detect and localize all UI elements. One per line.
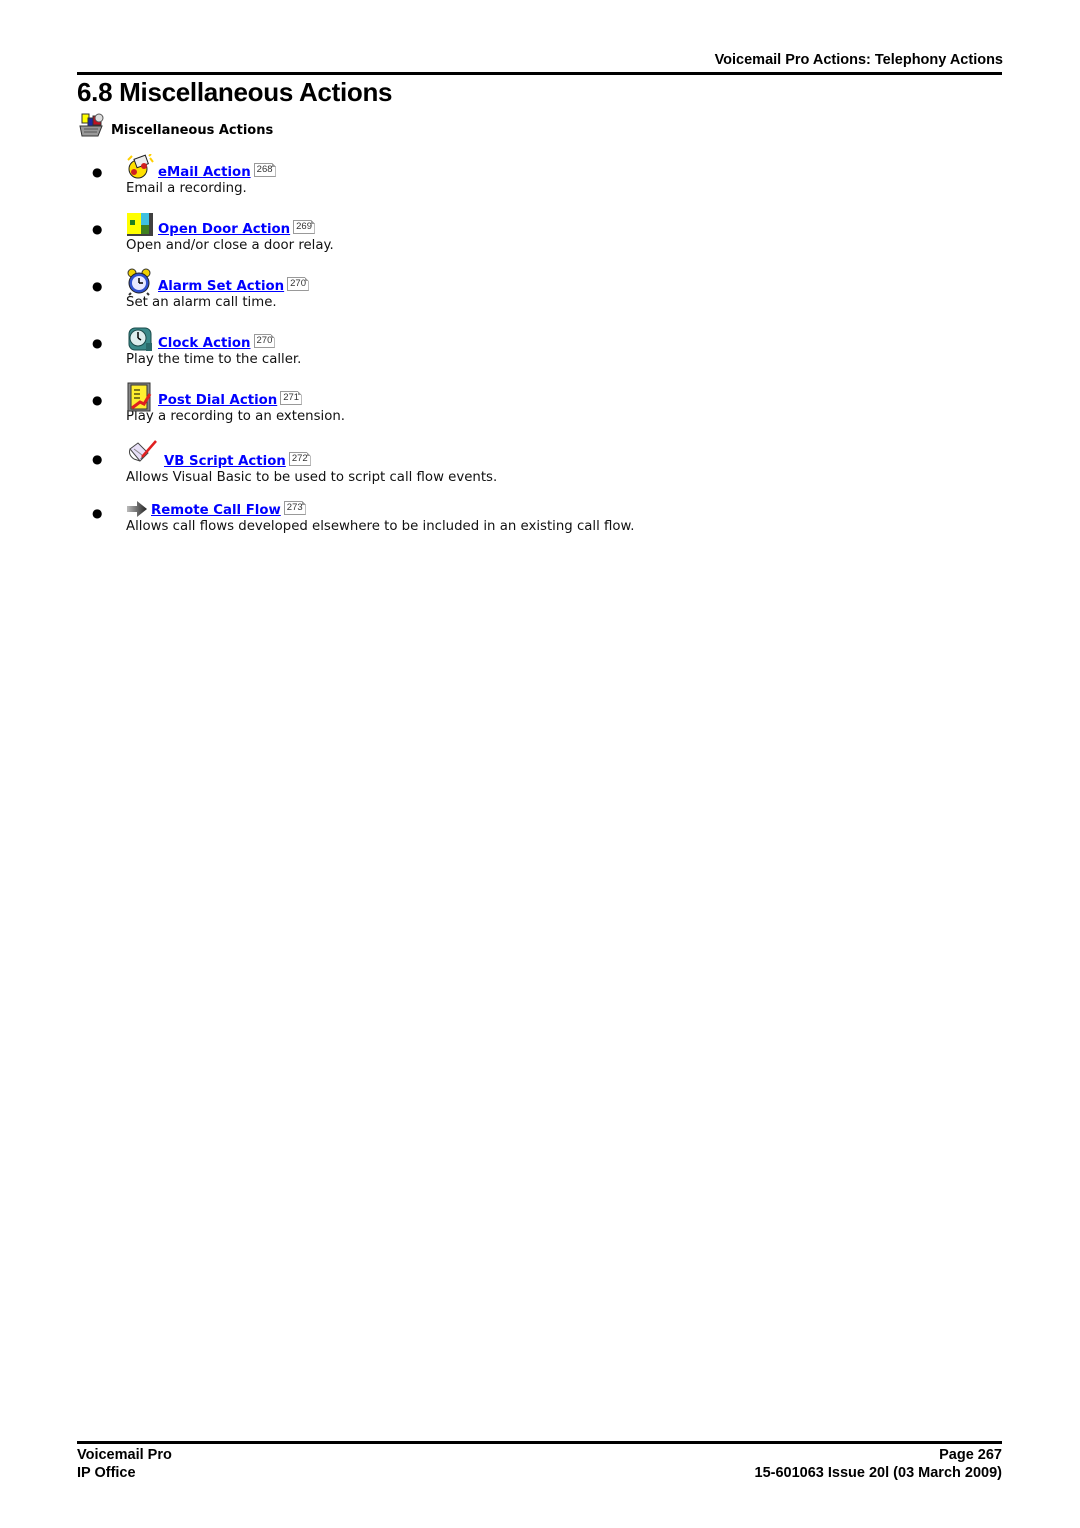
clock-action-link[interactable]: Clock Action <box>158 336 251 351</box>
open-door-action-link[interactable]: Open Door Action <box>158 222 290 237</box>
bullet: ● <box>92 165 103 179</box>
post-dial-icon <box>126 382 154 412</box>
arrow-right-icon <box>126 500 148 518</box>
remote-call-flow-link[interactable]: Remote Call Flow <box>151 503 281 518</box>
item-description: Play the time to the caller. <box>126 352 302 367</box>
bullet: ● <box>92 506 103 520</box>
section-heading: Miscellaneous Actions <box>78 112 273 138</box>
vb-script-icon <box>126 439 158 469</box>
item-description: Play a recording to an extension. <box>126 409 346 424</box>
list-item: ● VB Script Action 272 Allows Visual Bas… <box>92 433 992 494</box>
bullet: ● <box>92 393 103 407</box>
footer-product: Voicemail Pro <box>77 1447 172 1463</box>
running-header: Voicemail Pro Actions: Telephony Actions <box>714 52 1003 68</box>
section-label: Miscellaneous Actions <box>111 123 274 138</box>
page-reference[interactable]: 272 <box>288 452 311 466</box>
post-dial-action-link[interactable]: Post Dial Action <box>158 393 277 408</box>
item-description: Email a recording. <box>126 181 247 196</box>
bullet: ● <box>92 336 103 350</box>
page-reference[interactable]: 270 <box>287 277 309 291</box>
page-title: 6.8 Miscellaneous Actions <box>77 77 393 107</box>
email-icon <box>126 153 154 180</box>
list-item: ● Clock Action 270 Play the time to the … <box>92 319 992 376</box>
list-item: ● Post Dial Action 271 Play a recording … <box>92 376 992 433</box>
footer-rule <box>77 1441 1002 1444</box>
page-reference[interactable]: 269 <box>293 220 315 234</box>
misc-actions-icon <box>78 112 106 138</box>
page-footer: Voicemail Pro Page 267 IP Office 15-6010… <box>77 1446 1002 1482</box>
page-reference[interactable]: 273 <box>283 501 306 515</box>
bullet: ● <box>92 222 103 236</box>
header-rule <box>77 72 1002 75</box>
page-reference[interactable]: 271 <box>280 391 303 405</box>
item-description: Set an alarm call time. <box>126 295 277 310</box>
item-description: Allows call flows developed elsewhere to… <box>126 519 635 534</box>
open-door-icon <box>126 211 154 237</box>
footer-platform: IP Office <box>77 1465 136 1481</box>
alarm-set-action-link[interactable]: Alarm Set Action <box>158 279 284 294</box>
clock-icon <box>126 325 154 351</box>
item-description: Open and/or close a door relay. <box>126 238 334 253</box>
email-action-link[interactable]: eMail Action <box>158 165 251 180</box>
list-item: ● Remote Call Flow 273 Allows call flows… <box>92 494 992 543</box>
bullet: ● <box>92 279 103 293</box>
list-item: ● Open Door Action 269 Open and/or close… <box>92 205 992 262</box>
vb-script-action-link[interactable]: VB Script Action <box>164 454 286 469</box>
item-description: Allows Visual Basic to be used to script… <box>126 470 498 485</box>
bullet: ● <box>92 452 103 466</box>
list-item: ● eMail Action 268 Email a recording. <box>92 148 992 205</box>
footer-issue: 15-601063 Issue 20l (03 March 2009) <box>754 1465 1002 1481</box>
list-item: ● Alarm Set Action 270 Set an alarm call… <box>92 262 992 319</box>
action-list: ● eMail Action 268 Email a recording. ● <box>92 148 992 543</box>
footer-page-number: Page 267 <box>939 1447 1002 1463</box>
alarm-clock-icon <box>126 268 154 296</box>
page-reference[interactable]: 268 <box>253 163 276 177</box>
page-reference[interactable]: 270 <box>253 334 276 348</box>
